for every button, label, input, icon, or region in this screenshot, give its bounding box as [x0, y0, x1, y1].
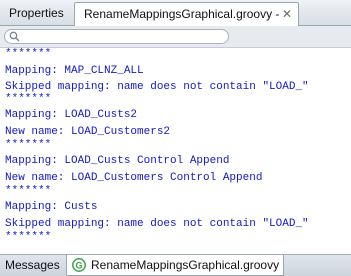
- log-output: ******* Mapping: MAP_CLNZ_ALL Skipped ma…: [0, 48, 351, 254]
- groovy-file-icon: G: [72, 258, 86, 272]
- tab-groovy-label: RenameMappingsGraphical.groovy: [91, 258, 280, 272]
- tab-log[interactable]: RenameMappingsGraphical.groovy - Log ✕: [74, 2, 299, 43]
- log-tab-bar: Properties RenameMappingsGraphical.groov…: [0, 0, 351, 43]
- log-line: New name: LOAD_Customers2: [5, 126, 171, 138]
- tab-messages[interactable]: Messages: [0, 255, 66, 276]
- log-line: *******: [5, 139, 52, 151]
- log-line: Mapping: LOAD_Custs2: [5, 109, 138, 121]
- log-line: Skipped mapping: name does not contain "…: [5, 218, 309, 230]
- log-line: *******: [5, 48, 52, 60]
- log-line: *******: [5, 93, 52, 105]
- log-line: *******: [5, 231, 52, 243]
- close-icon[interactable]: ✕: [282, 3, 292, 25]
- search-bar: [0, 26, 351, 48]
- tab-groovy-script[interactable]: G RenameMappingsGraphical.groovy: [66, 255, 284, 276]
- log-line: *******: [5, 185, 52, 197]
- search-icon: [9, 31, 20, 42]
- tab-properties[interactable]: Properties: [0, 2, 73, 26]
- log-line: New name: LOAD_Customers Control Append: [5, 172, 263, 184]
- log-line: Mapping: LOAD_Custs Control Append: [5, 155, 230, 167]
- search-input[interactable]: [4, 29, 229, 44]
- svg-text:G: G: [75, 260, 82, 270]
- log-line: Mapping: MAP_CLNZ_ALL: [5, 65, 144, 77]
- bottom-tab-bar: Messages G RenameMappingsGraphical.groov…: [0, 254, 351, 276]
- log-line: Mapping: Custs: [5, 201, 98, 213]
